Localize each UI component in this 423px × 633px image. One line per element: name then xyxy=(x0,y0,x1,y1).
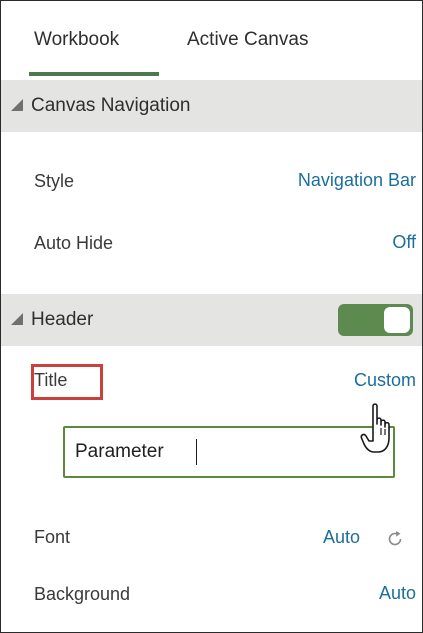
section-canvas-navigation-title: Canvas Navigation xyxy=(31,95,191,116)
tab-workbook[interactable]: Workbook xyxy=(34,29,119,51)
font-label: Font xyxy=(34,527,71,547)
text-caret xyxy=(196,439,197,465)
properties-panel: Workbook Active Canvas Canvas Navigation… xyxy=(0,0,423,633)
style-label: Style xyxy=(34,171,75,191)
hand-pointer-cursor-icon xyxy=(360,403,390,453)
style-value[interactable]: Navigation Bar xyxy=(298,170,416,191)
header-toggle[interactable] xyxy=(338,304,413,336)
font-value[interactable]: Auto xyxy=(323,527,360,548)
title-text-input[interactable] xyxy=(63,426,395,478)
auto-hide-value[interactable]: Off xyxy=(392,232,416,253)
refresh-icon[interactable] xyxy=(385,529,405,549)
section-canvas-navigation[interactable]: Canvas Navigation xyxy=(1,80,422,132)
auto-hide-label: Auto Hide xyxy=(34,233,114,253)
title-value[interactable]: Custom xyxy=(354,370,416,391)
collapse-triangle-icon xyxy=(11,313,23,325)
collapse-triangle-icon xyxy=(11,99,23,111)
active-tab-indicator xyxy=(29,72,159,76)
section-header-title: Header xyxy=(31,309,94,330)
tab-active-canvas[interactable]: Active Canvas xyxy=(187,29,308,51)
toggle-knob xyxy=(384,307,410,333)
title-label: Title xyxy=(34,370,68,390)
section-header[interactable]: Header xyxy=(1,294,422,346)
background-value[interactable]: Auto xyxy=(379,583,416,604)
background-label: Background xyxy=(34,584,131,604)
tab-bar: Workbook Active Canvas xyxy=(1,1,422,79)
